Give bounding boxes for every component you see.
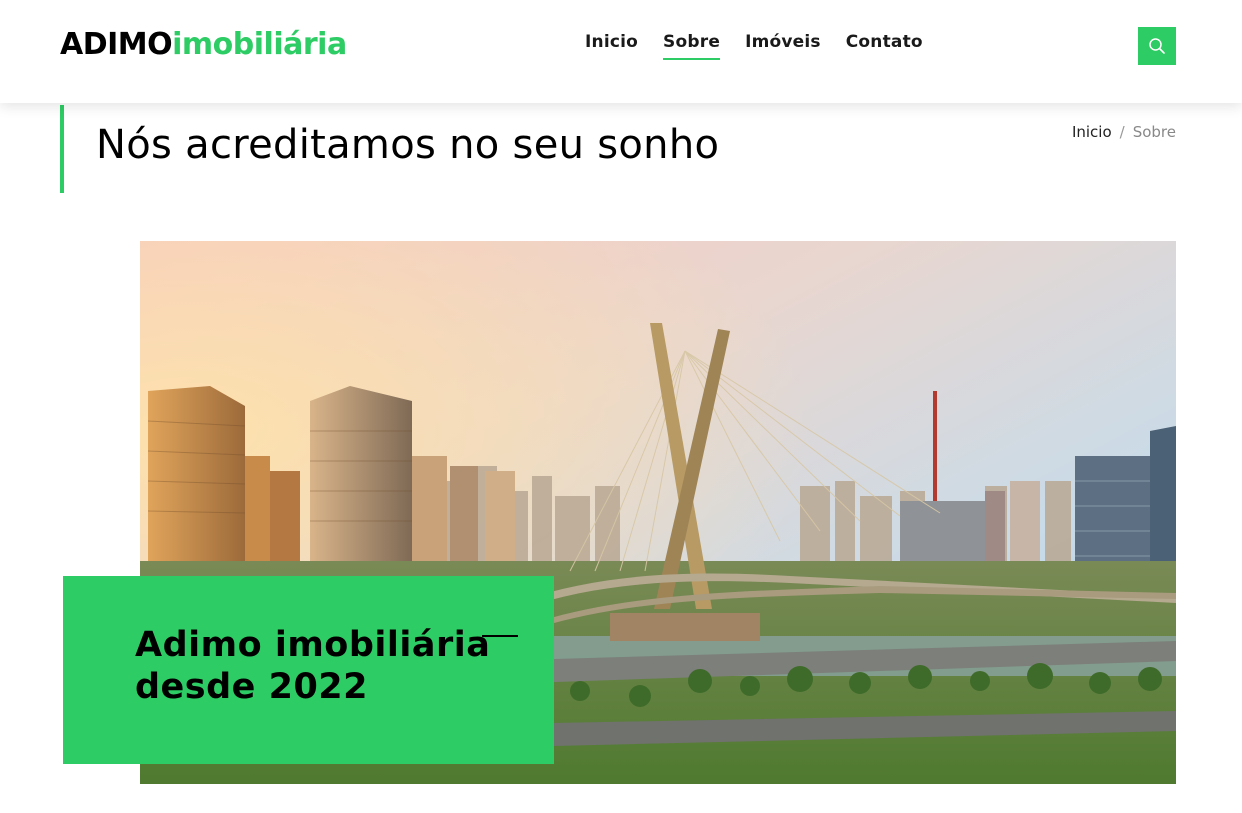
- callout-line-1: Adimo imobiliária: [135, 625, 491, 665]
- breadcrumb-current: Sobre: [1132, 123, 1176, 141]
- search-button[interactable]: [1138, 27, 1176, 65]
- logo-text-accent: imobiliária: [172, 27, 347, 62]
- page-title: Nós acreditamos no seu sonho: [96, 122, 720, 168]
- title-accent-bar: [60, 105, 64, 193]
- logo-text-primary: ADIMO: [60, 27, 173, 62]
- breadcrumb: Inicio / Sobre: [1072, 122, 1176, 142]
- site-logo[interactable]: ADIMOimobiliária: [60, 27, 347, 63]
- nav-item-contato[interactable]: Contato: [846, 30, 923, 57]
- search-icon: [1149, 38, 1165, 54]
- callout-text: Adimo imobiliária desde 2022: [135, 624, 490, 708]
- hero-callout: Adimo imobiliária desde 2022: [63, 576, 554, 764]
- nav-item-imoveis[interactable]: Imóveis: [745, 30, 821, 57]
- nav-item-sobre[interactable]: Sobre: [663, 30, 721, 60]
- breadcrumb-separator: /: [1119, 123, 1125, 141]
- site-header: ADIMOimobiliária Inicio Sobre Imóveis Co…: [0, 0, 1242, 103]
- callout-line-2: desde 2022: [135, 667, 369, 707]
- callout-decor-line: [482, 635, 518, 637]
- main-nav: Inicio Sobre Imóveis Contato: [585, 30, 923, 60]
- breadcrumb-home[interactable]: Inicio: [1072, 122, 1112, 142]
- nav-item-inicio[interactable]: Inicio: [585, 30, 638, 57]
